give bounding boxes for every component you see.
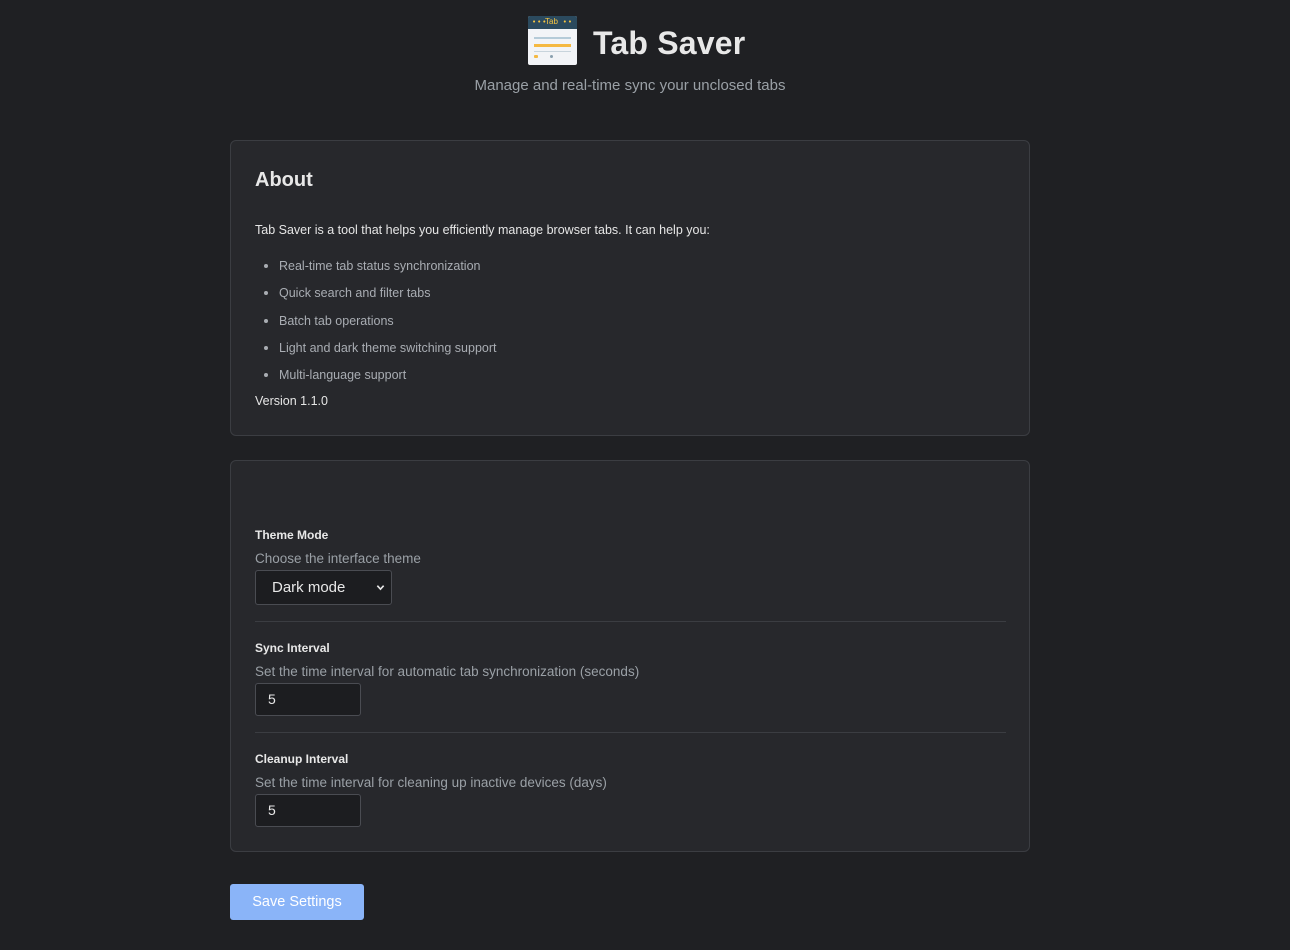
feature-list: Real-time tab status synchronization Qui…	[255, 257, 497, 393]
theme-setting: Theme Mode Choose the interface theme Da…	[255, 527, 1006, 605]
sync-description: Set the time interval for automatic tab …	[255, 664, 640, 679]
sync-interval-input[interactable]: 5	[255, 683, 361, 716]
settings-card: Theme Mode Choose the interface theme Da…	[230, 460, 1030, 852]
about-card: About Tab Saver is a tool that helps you…	[230, 140, 1030, 436]
cleanup-setting: Cleanup Interval Set the time interval f…	[255, 751, 1006, 827]
divider	[255, 732, 1006, 733]
about-intro: Tab Saver is a tool that helps you effic…	[255, 223, 710, 237]
feature-item: Real-time tab status synchronization	[255, 257, 497, 284]
header: ••• Tab •• Tab Saver Manage and real-tim…	[0, 0, 1290, 110]
cleanup-label: Cleanup Interval	[255, 752, 349, 766]
version-text: Version 1.1.0	[255, 394, 328, 408]
theme-label: Theme Mode	[255, 528, 329, 542]
app-title: Tab Saver	[593, 25, 746, 61]
theme-select[interactable]: Dark mode	[255, 570, 392, 605]
theme-select-value: Dark mode	[272, 579, 346, 596]
feature-item: Batch tab operations	[255, 312, 497, 339]
cleanup-description: Set the time interval for cleaning up in…	[255, 775, 607, 790]
app-logo-icon: ••• Tab ••	[528, 16, 577, 65]
divider	[255, 621, 1006, 622]
about-heading: About	[255, 169, 313, 191]
feature-item: Light and dark theme switching support	[255, 339, 497, 366]
feature-item: Multi-language support	[255, 366, 497, 393]
chevron-down-icon	[376, 585, 385, 591]
app-subtitle: Manage and real-time sync your unclosed …	[474, 77, 786, 94]
sync-setting: Sync Interval Set the time interval for …	[255, 640, 1006, 716]
save-settings-button[interactable]: Save Settings	[230, 884, 364, 920]
cleanup-interval-input[interactable]: 5	[255, 794, 361, 827]
feature-item: Quick search and filter tabs	[255, 284, 497, 311]
sync-label: Sync Interval	[255, 641, 330, 655]
theme-description: Choose the interface theme	[255, 551, 421, 566]
